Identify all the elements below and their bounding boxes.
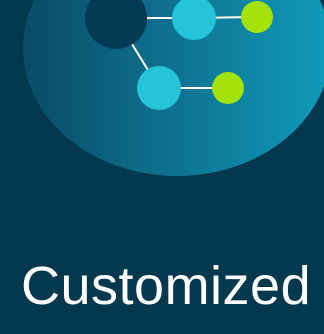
graph-node-lime <box>212 72 244 104</box>
graph-node-lime <box>241 1 273 33</box>
graph-node-teal <box>172 0 216 40</box>
graph-node-root <box>85 0 147 49</box>
graph-node-teal <box>137 66 181 110</box>
headline: Customized <box>21 256 312 316</box>
